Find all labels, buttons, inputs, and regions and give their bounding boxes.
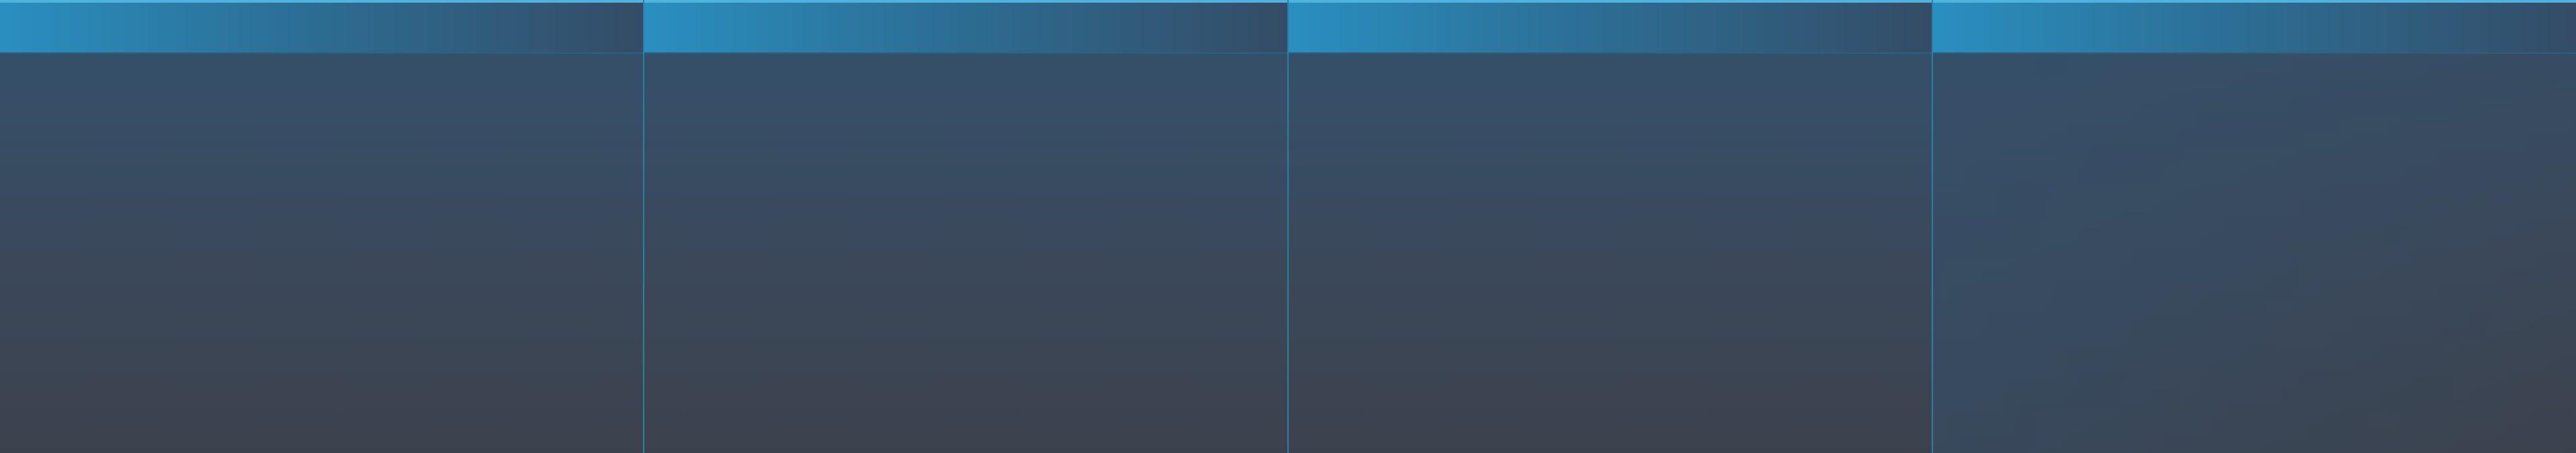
panel-2: [644, 0, 1289, 453]
panel-1: [0, 0, 644, 453]
panel-3-body: [1289, 54, 1932, 453]
panel-2-body: [644, 54, 1287, 453]
panel-3: [1289, 0, 1933, 453]
panel-2-header[interactable]: [644, 0, 1287, 54]
panel-1-header[interactable]: [0, 0, 643, 54]
panel-1-body: [0, 54, 643, 453]
panel-4: [1933, 0, 2576, 453]
panel-container: [0, 0, 2576, 453]
panel-4-header[interactable]: [1933, 0, 2576, 54]
panel-4-body: [1933, 54, 2576, 453]
panel-3-header[interactable]: [1289, 0, 1932, 54]
